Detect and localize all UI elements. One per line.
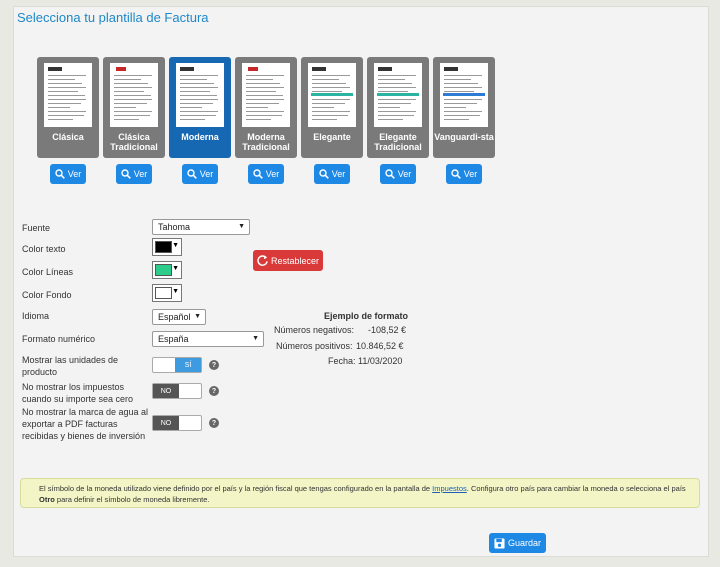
save-label: Guardar xyxy=(507,538,542,548)
template-thumbnail xyxy=(308,63,356,127)
help-icon[interactable]: ? xyxy=(209,386,219,396)
language-value: Español xyxy=(158,312,191,322)
language-select[interactable]: Español ▼ xyxy=(152,309,206,325)
format-example-title: Ejemplo de formato xyxy=(324,311,409,321)
search-icon xyxy=(187,169,197,179)
reset-label: Restablecer xyxy=(270,255,320,266)
hide-taxes-toggle[interactable]: NO xyxy=(152,383,202,399)
template-card[interactable]: Elegante Tradicional xyxy=(367,57,429,158)
bg-color-label: Color Fondo xyxy=(22,290,72,300)
view-template-button[interactable]: Ver xyxy=(446,164,482,184)
refresh-icon xyxy=(257,255,268,266)
view-template-button[interactable]: Ver xyxy=(116,164,152,184)
help-icon[interactable]: ? xyxy=(209,360,219,370)
template-thumbnail xyxy=(176,63,224,127)
view-label: Ver xyxy=(265,169,280,179)
template-name: Clásica Tradicional xyxy=(110,132,158,152)
template-card[interactable]: Clásica Tradicional xyxy=(103,57,165,158)
template-card[interactable]: Moderna xyxy=(169,57,231,158)
currency-notice: El símbolo de la moneda utilizado viene … xyxy=(20,478,700,508)
positive-value: 10.846,52 € xyxy=(356,341,404,351)
hide-watermark-toggle[interactable]: NO xyxy=(152,415,202,431)
toggle-state: NO xyxy=(153,416,179,430)
search-icon xyxy=(55,169,65,179)
chevron-down-icon: ▼ xyxy=(252,335,259,342)
toggle-state: SÍ xyxy=(175,358,201,372)
template-thumbnail xyxy=(374,63,422,127)
language-label: Idioma xyxy=(22,311,50,321)
text-color-picker[interactable]: ▼ xyxy=(152,238,182,256)
view-template-button[interactable]: Ver xyxy=(248,164,284,184)
bg-color-swatch xyxy=(155,287,172,299)
line-color-swatch xyxy=(155,264,172,276)
template-name: Clásica xyxy=(52,132,84,142)
view-label: Ver xyxy=(331,169,346,179)
impuestos-link[interactable]: Impuestos xyxy=(432,484,467,493)
font-label: Fuente xyxy=(22,223,51,233)
view-template-button[interactable]: Ver xyxy=(182,164,218,184)
template-name: Elegante xyxy=(313,132,351,142)
help-icon[interactable]: ? xyxy=(209,418,219,428)
reset-button[interactable]: Restablecer xyxy=(253,250,323,271)
number-format-value: España xyxy=(158,334,189,344)
notice-text: El símbolo de la moneda utilizado viene … xyxy=(39,484,433,493)
view-label: Ver xyxy=(67,169,82,179)
font-value: Tahoma xyxy=(158,222,191,232)
page-title: Selecciona tu plantilla de Factura xyxy=(17,10,209,25)
number-format-label: Formato numérico xyxy=(22,334,96,344)
notice-text: . Configura otro país para cambiar la mo… xyxy=(466,484,686,493)
template-name: Moderna Tradicional xyxy=(242,132,290,152)
negative-label: Números negativos: xyxy=(274,325,355,335)
search-icon xyxy=(319,169,329,179)
template-name: Elegante Tradicional xyxy=(374,132,422,152)
bg-color-picker[interactable]: ▼ xyxy=(152,284,182,302)
view-template-button[interactable]: Ver xyxy=(314,164,350,184)
template-thumbnail xyxy=(440,63,488,127)
notice-bold: Otro xyxy=(39,495,55,504)
template-thumbnail xyxy=(44,63,92,127)
date-value: 11/03/2020 xyxy=(358,356,403,366)
chevron-down-icon: ▼ xyxy=(238,223,245,230)
font-select[interactable]: Tahoma ▼ xyxy=(152,219,250,235)
template-card[interactable]: Elegante xyxy=(301,57,363,158)
number-format-select[interactable]: España ▼ xyxy=(152,331,264,347)
date-label: Fecha: xyxy=(328,356,356,366)
template-thumbnail xyxy=(242,63,290,127)
toggle-state: NO xyxy=(153,384,179,398)
view-template-button[interactable]: Ver xyxy=(380,164,416,184)
template-name: Moderna xyxy=(181,132,219,142)
view-label: Ver xyxy=(133,169,148,179)
template-card[interactable]: Clásica xyxy=(37,57,99,158)
hide-taxes-label: No mostrar los impuestos cuando su impor… xyxy=(22,382,134,404)
search-icon xyxy=(121,169,131,179)
text-color-swatch xyxy=(155,241,172,253)
save-button[interactable]: Guardar xyxy=(489,533,546,553)
text-color-label: Color texto xyxy=(22,244,66,254)
template-thumbnail xyxy=(110,63,158,127)
view-template-button[interactable]: Ver xyxy=(50,164,86,184)
template-card[interactable]: Vanguardi-sta xyxy=(433,57,495,158)
hide-watermark-label: No mostrar la marca de agua al exportar … xyxy=(22,407,149,441)
template-name: Vanguardi-sta xyxy=(434,132,494,142)
search-icon xyxy=(451,169,461,179)
save-icon xyxy=(494,537,505,549)
search-icon xyxy=(253,169,263,179)
line-color-label: Color Líneas xyxy=(22,267,74,277)
chevron-down-icon: ▼ xyxy=(172,265,179,272)
negative-value: -108,52 € xyxy=(368,325,407,335)
chevron-down-icon: ▼ xyxy=(172,242,179,249)
show-units-toggle[interactable]: SÍ xyxy=(152,357,202,373)
show-units-label: Mostrar las unidades de producto xyxy=(22,355,119,377)
search-icon xyxy=(385,169,395,179)
chevron-down-icon: ▼ xyxy=(194,313,201,320)
line-color-picker[interactable]: ▼ xyxy=(152,261,182,279)
positive-label: Números positivos: xyxy=(276,341,353,351)
template-card[interactable]: Moderna Tradicional xyxy=(235,57,297,158)
notice-text: para definir el símbolo de moneda librem… xyxy=(54,495,210,504)
chevron-down-icon: ▼ xyxy=(172,288,179,295)
view-label: Ver xyxy=(397,169,412,179)
view-label: Ver xyxy=(463,169,478,179)
view-label: Ver xyxy=(199,169,214,179)
